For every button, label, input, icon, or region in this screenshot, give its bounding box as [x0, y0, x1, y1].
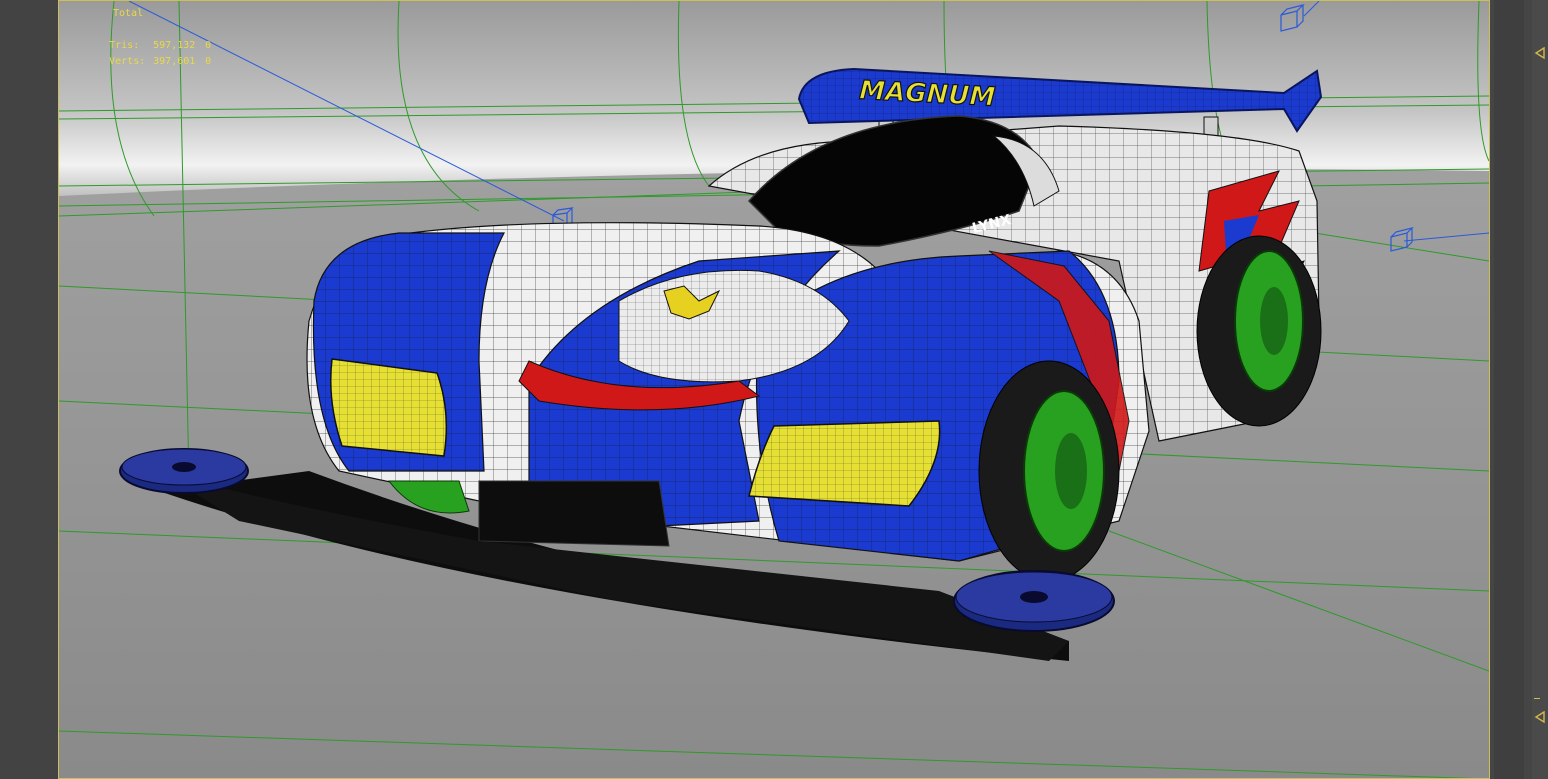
left-headlight — [330, 358, 448, 457]
right-panel-inner — [1494, 0, 1524, 779]
tris-value: 597,132 — [153, 40, 196, 51]
front-bumper — [478, 480, 670, 547]
rear-wheel — [1196, 235, 1322, 427]
verts-selected: 0 — [205, 56, 212, 67]
scene-render: MAGNUM LYNX — [59, 1, 1489, 778]
stats-overlay: Total Tris: 597,132 0 Verts: 397,601 0 — [73, 6, 219, 67]
stats-tris-row: Tris: 597,132 0 — [73, 22, 219, 51]
vertical-scrollbar[interactable] — [1532, 0, 1548, 779]
viewport-3d[interactable]: MAGNUM LYNX Total Tris: 597,132 0 Verts:… — [58, 0, 1490, 779]
scroll-tick — [1534, 698, 1540, 699]
verts-value: 397,601 — [153, 56, 196, 67]
guide-roller-right — [953, 570, 1115, 632]
left-toolbar-strip — [0, 0, 58, 779]
guide-roller-left — [119, 448, 249, 494]
arrow-left-triangle-icon[interactable] — [1533, 710, 1547, 724]
right-headlight — [748, 420, 941, 507]
front-wheel — [978, 360, 1120, 582]
stats-title: Total — [113, 8, 144, 19]
tris-label: Tris: — [109, 40, 140, 51]
tris-selected: 0 — [205, 40, 212, 51]
arrow-left-triangle-icon[interactable] — [1533, 46, 1547, 60]
verts-label: Verts: — [109, 56, 146, 67]
